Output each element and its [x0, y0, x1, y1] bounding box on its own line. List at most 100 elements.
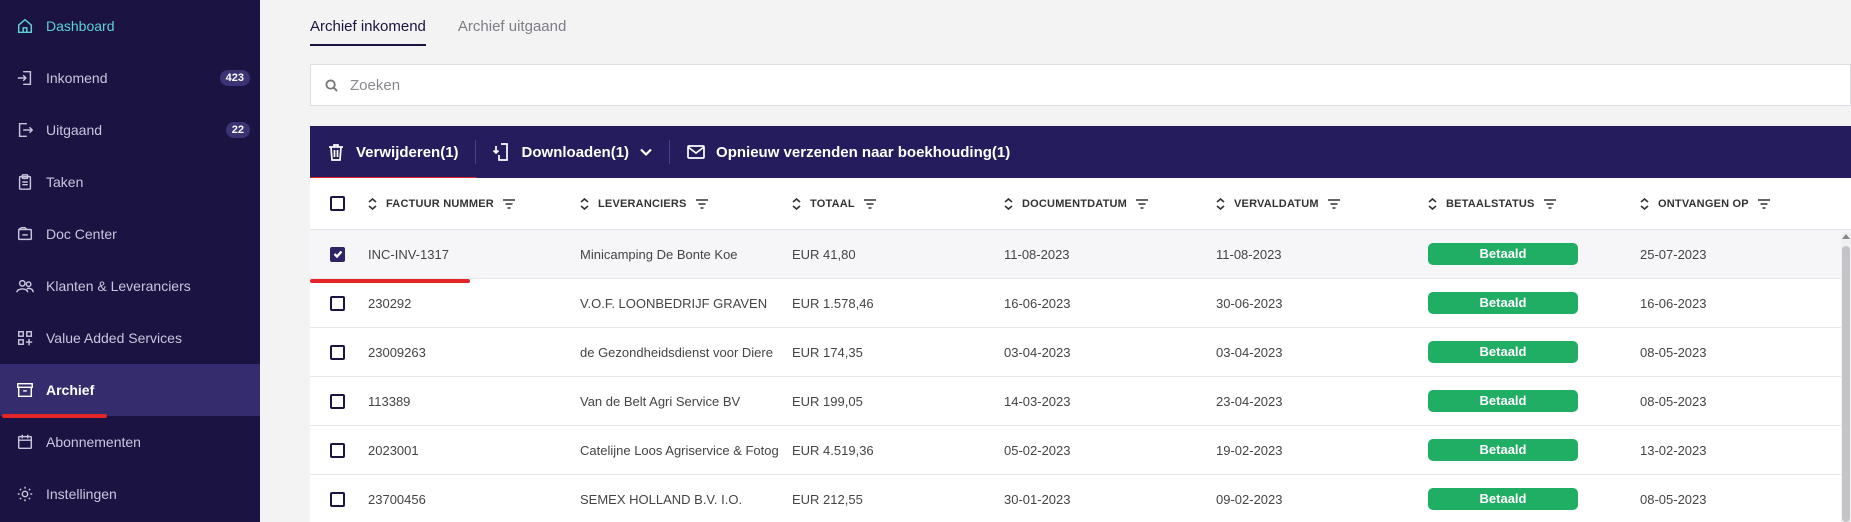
table-header: FACTUUR NUMMER LEVERANCIERS TOTAAL DOCUM… [310, 178, 1851, 230]
sort-icon[interactable] [1216, 197, 1225, 210]
sidebar: Dashboard Inkomend 423 Uitgaand 22 Taken… [0, 0, 260, 522]
tab-archief-uitgaand[interactable]: Archief uitgaand [458, 18, 566, 46]
table-row[interactable]: 230292 V.O.F. LOONBEDRIJF GRAVEN EUR 1.5… [310, 279, 1851, 328]
column-label: LEVERANCIERS [598, 197, 687, 210]
sidebar-item-dashboard[interactable]: Dashboard [0, 0, 260, 52]
total-amount: EUR 4.519,36 [792, 442, 874, 458]
select-all-checkbox[interactable] [330, 196, 345, 211]
users-icon [16, 277, 34, 295]
row-checkbox[interactable] [330, 295, 345, 311]
status-cell: Betaald [1428, 341, 1640, 363]
document-date: 30-01-2023 [1004, 491, 1071, 507]
column-header-ontvangen-op[interactable]: ONTVANGEN OP [1640, 197, 1851, 210]
status-badge: Betaald [1428, 243, 1578, 265]
search-input[interactable] [350, 76, 1723, 94]
column-label: BETAALSTATUS [1446, 197, 1535, 210]
row-checkbox-cell [310, 442, 368, 458]
status-badge: Betaald [1428, 488, 1578, 510]
column-header-totaal[interactable]: TOTAAL [792, 197, 1004, 210]
sort-icon[interactable] [580, 197, 589, 210]
row-checkbox-cell [310, 246, 368, 262]
sidebar-item-abonnementen[interactable]: Abonnementen [0, 416, 260, 468]
chevron-down-icon [640, 148, 652, 157]
column-header-leveranciers[interactable]: LEVERANCIERS [580, 197, 792, 210]
download-button[interactable]: Downloaden(1) [476, 126, 670, 178]
archive-tabs: Archief inkomend Archief uitgaand [310, 18, 566, 46]
table-row[interactable]: 23700456 SEMEX HOLLAND B.V. I.O. EUR 212… [310, 475, 1851, 522]
column-header-factuur-nummer[interactable]: FACTUUR NUMMER [368, 197, 580, 210]
sort-icon[interactable] [368, 197, 377, 210]
due-date: 23-04-2023 [1216, 393, 1283, 409]
sidebar-item-klanten-leveranciers[interactable]: Klanten & Leveranciers [0, 260, 260, 312]
column-header-documentdatum[interactable]: DOCUMENTDATUM [1004, 197, 1216, 210]
scroll-up-arrow-icon[interactable] [1842, 234, 1850, 239]
sidebar-item-label: Value Added Services [46, 330, 182, 346]
status-badge: Betaald [1428, 292, 1578, 314]
search-bar [310, 64, 1851, 106]
received-date: 13-02-2023 [1640, 442, 1707, 458]
received-date: 08-05-2023 [1640, 344, 1707, 360]
received-date: 16-06-2023 [1640, 295, 1707, 311]
total-amount: EUR 1.578,46 [792, 295, 874, 311]
clipboard-icon [16, 173, 34, 191]
sort-icon[interactable] [1640, 197, 1649, 210]
document-date: 11-08-2023 [1004, 246, 1070, 262]
column-label: DOCUMENTDATUM [1022, 197, 1128, 210]
resend-to-accounting-button[interactable]: Opnieuw verzenden naar boekhouding(1) [670, 126, 1026, 178]
table-row[interactable]: 113389 Van de Belt Agri Service BV EUR 1… [310, 377, 1851, 426]
document-date: 05-02-2023 [1004, 442, 1071, 458]
sidebar-item-value-added-services[interactable]: Value Added Services [0, 312, 260, 364]
total-amount: EUR 212,55 [792, 491, 863, 507]
sidebar-item-archief[interactable]: Archief [0, 364, 260, 418]
invoice-number: INC-INV-1317 [368, 246, 449, 262]
sign-in-icon [16, 69, 34, 87]
column-header-betaalstatus[interactable]: BETAALSTATUS [1428, 197, 1640, 210]
filter-icon[interactable] [1757, 198, 1770, 209]
filter-icon[interactable] [695, 198, 708, 209]
total-amount: EUR 41,80 [792, 246, 856, 262]
invoice-number: 230292 [368, 295, 412, 311]
due-date: 09-02-2023 [1216, 491, 1283, 507]
main-content: Archief inkomend Archief uitgaand Verwij… [260, 0, 1851, 522]
sidebar-item-uitgaand[interactable]: Uitgaand 22 [0, 104, 260, 156]
table-row[interactable]: 23009263 de Gezondheidsdienst voor Diere… [310, 328, 1851, 377]
table-row[interactable]: 2023001 Catelijne Loos Agriservice & Fot… [310, 426, 1851, 475]
delete-button[interactable]: Verwijderen(1) [310, 126, 477, 181]
invoice-number: 113389 [368, 393, 411, 409]
uitgaand-count-badge: 22 [225, 122, 250, 138]
supplier-name: V.O.F. LOONBEDRIJF GRAVEN [580, 295, 768, 311]
bulk-action-toolbar: Verwijderen(1) Downloaden(1) Opnieuw ver… [310, 126, 1851, 181]
table-row[interactable]: INC-INV-1317 Minicamping De Bonte Koe EU… [310, 230, 1851, 283]
sidebar-item-label: Inkomend [46, 70, 108, 86]
row-checkbox[interactable] [330, 442, 345, 458]
sort-icon[interactable] [792, 197, 801, 210]
column-label: TOTAAL [810, 197, 855, 210]
status-badge: Betaald [1428, 341, 1578, 363]
sidebar-item-label: Dashboard [46, 18, 115, 34]
row-checkbox[interactable] [330, 491, 345, 507]
sidebar-item-label: Klanten & Leveranciers [46, 278, 191, 294]
scroll-thumb[interactable] [1842, 246, 1850, 522]
row-checkbox[interactable] [330, 344, 345, 360]
column-header-vervaldatum[interactable]: VERVALDATUM [1216, 197, 1428, 210]
tab-archief-inkomend[interactable]: Archief inkomend [310, 18, 426, 46]
sort-icon[interactable] [1428, 197, 1437, 210]
sidebar-item-inkomend[interactable]: Inkomend 423 [0, 52, 260, 104]
filter-icon[interactable] [1327, 198, 1340, 209]
row-checkbox[interactable] [330, 246, 345, 262]
archive-icon [16, 381, 34, 399]
filter-icon[interactable] [1136, 198, 1149, 209]
document-date: 03-04-2023 [1004, 344, 1071, 360]
sort-icon[interactable] [1004, 197, 1013, 210]
filter-icon[interactable] [1543, 198, 1556, 209]
status-cell: Betaald [1428, 243, 1640, 265]
table-scrollbar[interactable] [1841, 232, 1851, 522]
sidebar-item-taken[interactable]: Taken [0, 156, 260, 208]
filter-icon[interactable] [502, 198, 515, 209]
filter-icon[interactable] [863, 198, 876, 209]
sidebar-item-instellingen[interactable]: Instellingen [0, 468, 260, 520]
supplier-name: Minicamping De Bonte Koe [580, 246, 738, 262]
sidebar-item-doc-center[interactable]: Doc Center [0, 208, 260, 260]
row-checkbox[interactable] [330, 393, 345, 409]
inkomend-count-badge: 423 [219, 70, 250, 86]
